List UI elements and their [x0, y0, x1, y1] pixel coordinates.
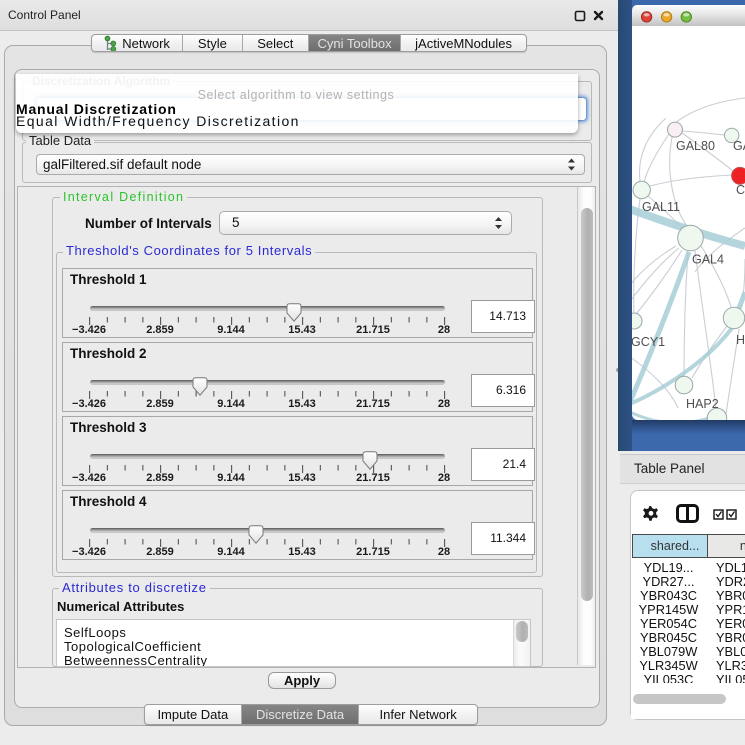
svg-text:GAL11: GAL11: [642, 200, 680, 214]
svg-text:GAL80: GAL80: [676, 139, 715, 153]
svg-text:CDC1: CDC1: [736, 183, 745, 197]
svg-text:HAP2: HAP2: [686, 397, 719, 411]
svg-text:GAL4: GAL4: [692, 253, 724, 267]
svg-text:GAL3: GAL3: [733, 139, 745, 153]
svg-text:HAP4: HAP4: [736, 333, 745, 347]
svg-text:GCY1: GCY1: [632, 335, 665, 349]
